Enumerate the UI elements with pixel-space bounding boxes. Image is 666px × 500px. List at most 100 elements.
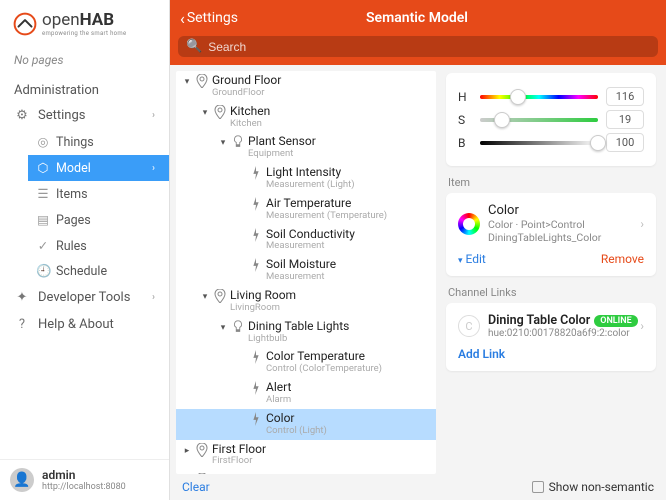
nav-settings-label: Settings bbox=[38, 108, 85, 123]
chevron-right-icon: › bbox=[640, 217, 644, 231]
radio-icon: ◎ bbox=[36, 134, 50, 150]
hue-slider-row: H 116 bbox=[458, 87, 644, 106]
point-icon bbox=[248, 228, 264, 245]
nav-model[interactable]: ⬡Model› bbox=[28, 155, 169, 181]
tree-node[interactable]: ▸ BasementBasement bbox=[176, 470, 436, 474]
tree-node[interactable]: Soil ConductivityMeasurement bbox=[176, 225, 436, 256]
tree-node-subtitle: GroundFloor bbox=[212, 88, 281, 99]
chevron-right-icon: › bbox=[152, 292, 155, 303]
tree-node[interactable]: Color TemperatureControl (ColorTemperatu… bbox=[176, 347, 436, 378]
tree-node[interactable]: AlertAlarm bbox=[176, 378, 436, 409]
tree-node[interactable]: ▾ Dining Table LightsLightbulb bbox=[176, 317, 436, 348]
no-pages-label: No pages bbox=[0, 45, 169, 75]
tree-node[interactable]: ▾ KitchenKitchen bbox=[176, 102, 436, 133]
nav-sub-label: Things bbox=[56, 135, 94, 150]
back-button[interactable]: ‹ Settings bbox=[180, 9, 238, 28]
tree-node[interactable]: ColorControl (Light) bbox=[176, 409, 436, 440]
tree-node-name: Color bbox=[266, 412, 327, 426]
tree-node[interactable]: ▸ First FloorFirstFloor bbox=[176, 440, 436, 471]
add-link-button[interactable]: Add Link bbox=[458, 347, 644, 361]
nav-sub-label: Rules bbox=[56, 239, 87, 254]
point-icon bbox=[248, 166, 264, 183]
edit-button[interactable]: ▾ Edit bbox=[458, 252, 486, 266]
avatar-icon: 👤 bbox=[10, 468, 34, 492]
location-icon bbox=[194, 443, 210, 460]
hue-label: H bbox=[458, 90, 472, 104]
nav-rules[interactable]: ✓Rules bbox=[28, 233, 169, 259]
tree-node-subtitle: FirstFloor bbox=[212, 456, 266, 467]
nav-pages[interactable]: ▤Pages bbox=[28, 207, 169, 233]
tree-node-subtitle: Lightbulb bbox=[248, 334, 349, 345]
administration-heading: Administration bbox=[0, 75, 169, 102]
bri-knob[interactable] bbox=[590, 135, 606, 151]
gear-icon: ⚙ bbox=[14, 108, 30, 123]
hue-slider[interactable] bbox=[480, 95, 598, 99]
tree-node-name: Soil Moisture bbox=[266, 258, 336, 272]
color-wheel-icon bbox=[458, 213, 480, 235]
back-label: Settings bbox=[187, 10, 238, 26]
channel-name: Dining Table Color bbox=[488, 313, 590, 328]
tree-node-name: Dining Table Lights bbox=[248, 320, 349, 334]
sat-slider[interactable] bbox=[480, 118, 598, 122]
footer-user[interactable]: 👤 admin http://localhost:8080 bbox=[0, 459, 169, 500]
search-icon: 🔍 bbox=[186, 39, 202, 54]
page-title: Semantic Model bbox=[238, 10, 596, 26]
location-icon bbox=[194, 74, 210, 91]
location-icon bbox=[212, 289, 228, 306]
channel-links-heading: Channel Links bbox=[448, 286, 656, 299]
item-meta: Color · Point>Control bbox=[488, 218, 640, 231]
hue-knob[interactable] bbox=[510, 89, 526, 105]
item-card: Color Color · Point>Control DiningTableL… bbox=[446, 193, 656, 276]
nav-items[interactable]: ☰Items bbox=[28, 181, 169, 207]
point-icon bbox=[248, 197, 264, 214]
logo: openHAB empowering the smart home bbox=[0, 0, 169, 45]
chevron-left-icon: ‹ bbox=[180, 9, 185, 28]
search-input[interactable] bbox=[208, 40, 650, 54]
item-row[interactable]: Color Color · Point>Control DiningTableL… bbox=[458, 203, 644, 244]
nav-schedule[interactable]: 🕘Schedule bbox=[28, 259, 169, 284]
sat-value[interactable]: 19 bbox=[606, 110, 644, 129]
nav-help-about[interactable]: ? Help & About bbox=[0, 311, 169, 338]
nav-settings[interactable]: ⚙ Settings › bbox=[0, 102, 169, 129]
bottombar: Clear Show non-semantic bbox=[170, 474, 666, 500]
expand-arrow-icon[interactable]: ▸ bbox=[182, 446, 192, 456]
tree-node-name: Kitchen bbox=[230, 105, 270, 119]
chevron-down-icon: ▾ bbox=[458, 256, 463, 266]
expand-arrow-icon[interactable]: ▾ bbox=[200, 108, 210, 118]
expand-arrow-icon[interactable]: ▾ bbox=[218, 323, 228, 333]
tree-node[interactable]: Light IntensityMeasurement (Light) bbox=[176, 163, 436, 194]
channel-row[interactable]: C Dining Table Color ONLINE hue:0210:001… bbox=[458, 313, 644, 339]
openhab-logo-icon bbox=[12, 11, 38, 37]
search-box[interactable]: 🔍 bbox=[178, 36, 658, 57]
sat-label: S bbox=[458, 113, 472, 127]
brand-open: open bbox=[42, 10, 80, 30]
tree-node[interactable]: Soil MoistureMeasurement bbox=[176, 255, 436, 286]
item-section-heading: Item bbox=[448, 176, 656, 189]
nav-sub-label: Model bbox=[56, 161, 91, 176]
tree-node-subtitle: Control (Light) bbox=[266, 426, 327, 437]
hue-value[interactable]: 116 bbox=[606, 87, 644, 106]
bri-value[interactable]: 100 bbox=[606, 133, 644, 152]
expand-arrow-icon[interactable]: ▾ bbox=[182, 77, 192, 87]
topbar: ‹ Settings Semantic Model bbox=[170, 0, 666, 36]
equipment-icon bbox=[230, 135, 246, 152]
point-icon bbox=[248, 412, 264, 429]
nav-developer-tools[interactable]: ✦ Developer Tools › bbox=[0, 284, 169, 311]
nav-things[interactable]: ◎ Things bbox=[28, 129, 169, 155]
tree-node[interactable]: ▾ Plant SensorEquipment bbox=[176, 132, 436, 163]
status-badge: ONLINE bbox=[594, 315, 637, 327]
clear-button[interactable]: Clear bbox=[182, 480, 210, 494]
tree-node[interactable]: ▾ Living RoomLivingRoom bbox=[176, 286, 436, 317]
bri-slider[interactable] bbox=[480, 141, 598, 145]
sat-knob[interactable] bbox=[494, 112, 510, 128]
tree-node[interactable]: Air TemperatureMeasurement (Temperature) bbox=[176, 194, 436, 225]
show-non-semantic-toggle[interactable]: Show non-semantic bbox=[532, 480, 654, 494]
remove-button[interactable]: Remove bbox=[601, 252, 644, 266]
equipment-icon bbox=[230, 320, 246, 337]
bri-slider-row: B 100 bbox=[458, 133, 644, 152]
tree-node[interactable]: ▾ Ground FloorGroundFloor bbox=[176, 71, 436, 102]
footer-url: http://localhost:8080 bbox=[42, 482, 126, 492]
expand-arrow-icon[interactable]: ▾ bbox=[218, 138, 228, 148]
details-panel: H 116 S 19 B 100 Item bbox=[436, 65, 666, 474]
expand-arrow-icon[interactable]: ▾ bbox=[200, 292, 210, 302]
